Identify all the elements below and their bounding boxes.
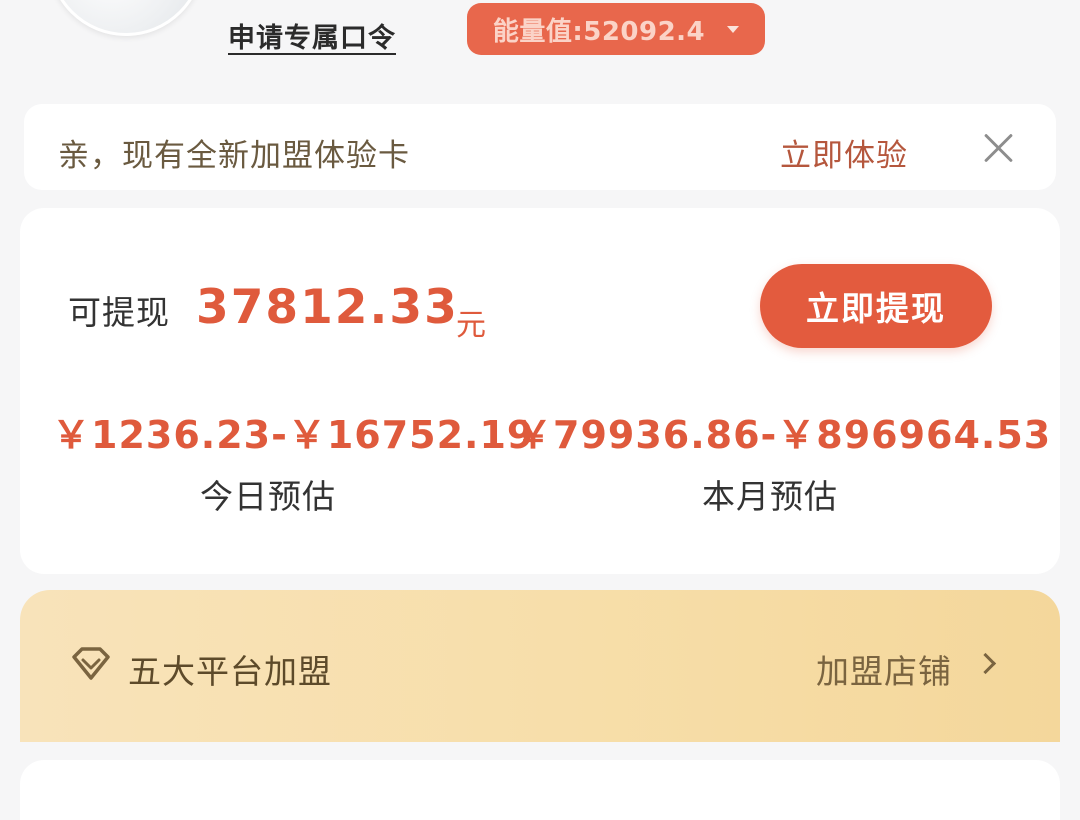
notice-message: 亲，现有全新加盟体验卡	[58, 138, 410, 174]
withdraw-button[interactable]: 立即提现	[760, 264, 992, 348]
diamond-icon	[72, 647, 110, 680]
trial-card-notice: 亲，现有全新加盟体验卡 立即体验	[24, 104, 1056, 190]
currency-unit: 元	[456, 308, 486, 343]
caret-down-icon	[727, 25, 740, 33]
energy-value-dropdown[interactable]: 能量值:52092.4	[467, 3, 765, 55]
franchise-title: 五大平台加盟	[128, 652, 332, 691]
today-estimate-range: ￥1236.23-￥16752.19	[52, 413, 535, 457]
month-estimate-label: 本月预估	[702, 477, 838, 516]
balance-card: 可提现 37812.33 元 立即提现 ￥1236.23-￥16752.19 ￥…	[20, 208, 1060, 574]
month-estimate-range: ￥79936.86-￥896964.53	[514, 413, 1052, 457]
franchise-banner[interactable]: 五大平台加盟 加盟店铺	[20, 590, 1060, 742]
avatar[interactable]	[48, 0, 204, 36]
chevron-right-icon	[974, 652, 997, 675]
withdrawable-label: 可提现	[68, 293, 170, 332]
energy-value-label: 能量值:52092.4	[492, 16, 706, 47]
franchise-shop-link[interactable]: 加盟店铺	[816, 645, 952, 693]
next-card	[20, 760, 1060, 820]
apply-token-link[interactable]: 申请专属口令	[228, 16, 396, 55]
close-icon[interactable]	[982, 130, 1016, 164]
withdrawable-amount: 37812.33	[196, 280, 459, 335]
today-estimate-label: 今日预估	[200, 477, 336, 516]
try-now-link[interactable]: 立即体验	[780, 130, 908, 175]
